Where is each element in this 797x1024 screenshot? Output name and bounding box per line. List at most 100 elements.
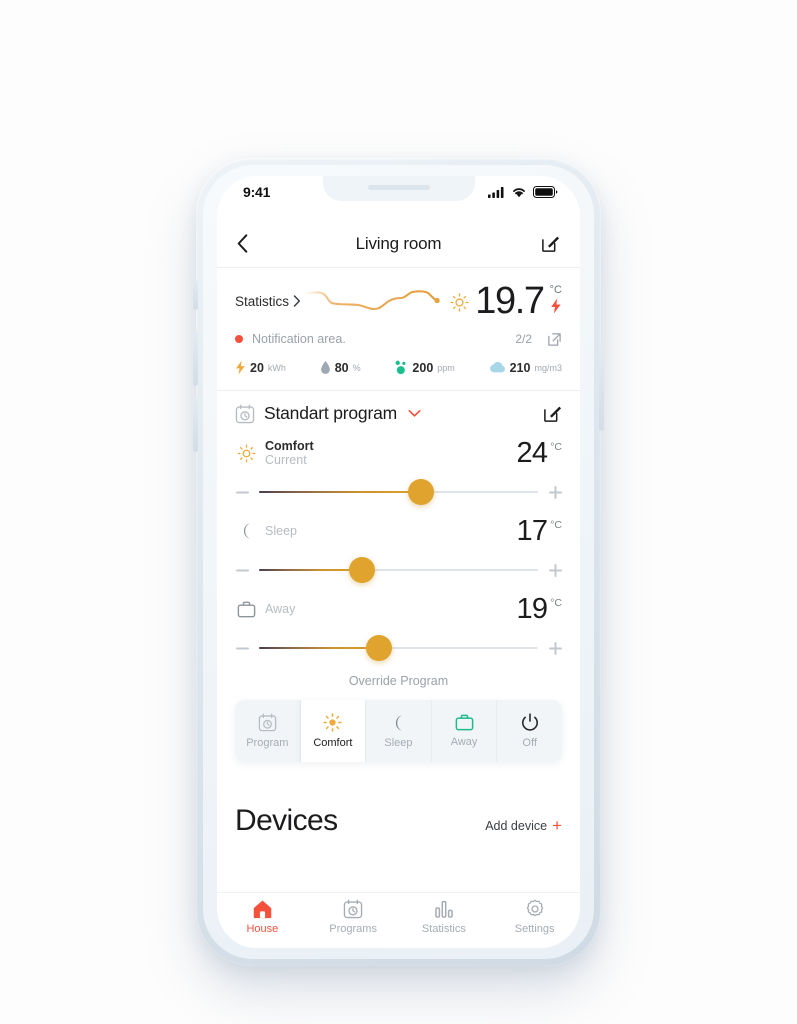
home-icon <box>253 900 272 919</box>
screenshot-stage: 9:41 Living room Statistics 19.7 °C Noti… <box>0 0 797 1024</box>
tab-house[interactable]: House <box>217 899 308 935</box>
calendar-clock-icon <box>258 713 277 732</box>
briefcase-icon <box>235 601 257 618</box>
decrease-temperature-button[interactable] <box>235 569 249 572</box>
chevron-left-icon <box>237 234 248 253</box>
tab-label: House <box>246 923 279 935</box>
mode-subtitle: Current <box>265 452 307 467</box>
slider-comfort[interactable] <box>235 472 562 512</box>
increase-temperature-button[interactable] <box>548 563 562 577</box>
mode-button-comfort[interactable]: Comfort <box>300 700 367 762</box>
mode-button-label: Comfort <box>313 737 353 749</box>
tab-label: Settings <box>514 923 555 935</box>
lightning-bolt-icon <box>551 298 561 314</box>
co2-particles-icon <box>396 360 406 375</box>
slider-knob[interactable] <box>365 635 392 661</box>
edit-program-button[interactable] <box>543 404 562 423</box>
tab-statistics[interactable]: Statistics <box>399 899 490 935</box>
slider-track-area[interactable] <box>259 479 538 505</box>
program-name: Standart program <box>264 403 397 423</box>
mode-button-away[interactable]: Away <box>431 700 498 762</box>
current-temperature-block: 19.7 °C <box>450 280 562 322</box>
mode-labels: Away <box>265 602 295 617</box>
minus-icon <box>235 569 249 571</box>
phone-volume-down-button[interactable] <box>193 398 198 452</box>
statistics-link-label: Statistics <box>235 293 290 309</box>
decrease-temperature-button[interactable] <box>235 647 249 650</box>
mode-button-program[interactable]: Program <box>235 700 301 762</box>
slider-away[interactable] <box>235 628 562 668</box>
plus-icon <box>548 485 562 499</box>
metric-energy: 20 kWh <box>235 360 286 375</box>
slider-knob[interactable] <box>407 479 434 505</box>
phone-power-button[interactable] <box>599 345 604 431</box>
tab-programs[interactable]: Programs <box>308 899 399 935</box>
devices-title: Devices <box>235 804 338 837</box>
mode-button-label: Off <box>522 737 537 749</box>
sun-icon <box>235 444 257 463</box>
tab-settings[interactable]: Settings <box>489 899 580 935</box>
status-bar-icons <box>488 186 558 198</box>
metric-value: 20 <box>250 360 264 375</box>
add-device-label: Add device <box>485 819 548 833</box>
devices-section: Devices Add device + <box>217 804 580 838</box>
sun-icon <box>450 293 469 312</box>
mode-temperature-unit: °C <box>550 597 562 609</box>
mode-button-label: Sleep <box>384 736 413 749</box>
edit-room-button[interactable] <box>532 234 560 253</box>
cellular-signal-icon <box>488 186 504 198</box>
lightning-bolt-icon <box>236 360 245 375</box>
slider-track-area[interactable] <box>259 635 538 661</box>
decrease-temperature-button[interactable] <box>235 491 249 494</box>
metric-unit: kWh <box>267 362 286 373</box>
earpiece-speaker <box>367 185 430 190</box>
bar-chart-icon <box>435 900 453 918</box>
slider-track-area[interactable] <box>259 557 538 583</box>
plus-icon <box>548 641 562 655</box>
increase-temperature-button[interactable] <box>548 641 562 655</box>
chevron-down-icon <box>408 409 421 417</box>
moon-icon <box>235 522 257 540</box>
metric-unit: mg/m3 <box>534 362 562 373</box>
mode-title: Away <box>265 601 296 616</box>
mode-temperature-value: 19 <box>516 593 548 625</box>
back-button[interactable] <box>237 234 265 253</box>
current-temperature-value: 19.7 <box>475 280 545 322</box>
add-device-button[interactable]: Add device + <box>485 817 562 834</box>
mode-temperature-unit: °C <box>550 519 562 531</box>
mode-temperature-unit: °C <box>550 441 562 453</box>
increase-temperature-button[interactable] <box>548 485 562 499</box>
statistics-card: Statistics 19.7 °C Notification area. 2/… <box>217 268 580 391</box>
phone-mute-switch[interactable] <box>193 280 198 310</box>
slider-knob[interactable] <box>349 557 376 583</box>
mode-labels: Comfort Current <box>265 439 314 468</box>
program-dropdown-button[interactable] <box>408 409 421 418</box>
mode-row-sleep: Sleep 17 °C <box>217 512 580 590</box>
notification-row[interactable]: Notification area. 2/2 <box>235 326 562 352</box>
mode-button-sleep[interactable]: Sleep <box>366 700 432 762</box>
mode-header: Sleep 17 °C <box>235 512 562 550</box>
minus-icon <box>235 491 249 493</box>
external-link-icon[interactable] <box>547 332 562 347</box>
phone-volume-up-button[interactable] <box>193 332 198 386</box>
mode-temperature: 17 °C <box>517 516 562 546</box>
briefcase-icon <box>455 714 473 731</box>
statistics-link[interactable]: Statistics <box>235 294 301 309</box>
edit-pencil-icon <box>544 406 562 422</box>
mode-header: Away 19 °C <box>235 590 562 628</box>
cloud-icon <box>489 361 505 373</box>
plus-icon <box>548 563 562 577</box>
mode-selector: Program Comfort Sleep Away Off <box>235 700 562 762</box>
notification-text: Notification area. <box>252 332 346 346</box>
metric-unit: % <box>352 362 361 373</box>
mode-button-off[interactable]: Off <box>497 700 562 762</box>
sun-icon <box>323 713 342 732</box>
temperature-unit-column: °C <box>550 280 562 314</box>
chevron-right-icon <box>293 295 301 307</box>
slider-sleep[interactable] <box>235 550 562 590</box>
edit-pencil-icon <box>542 236 560 252</box>
slider-fill <box>259 490 421 494</box>
metric-unit: ppm <box>437 362 455 373</box>
statistics-sparkline[interactable] <box>303 280 446 322</box>
slider-fill <box>259 646 379 650</box>
